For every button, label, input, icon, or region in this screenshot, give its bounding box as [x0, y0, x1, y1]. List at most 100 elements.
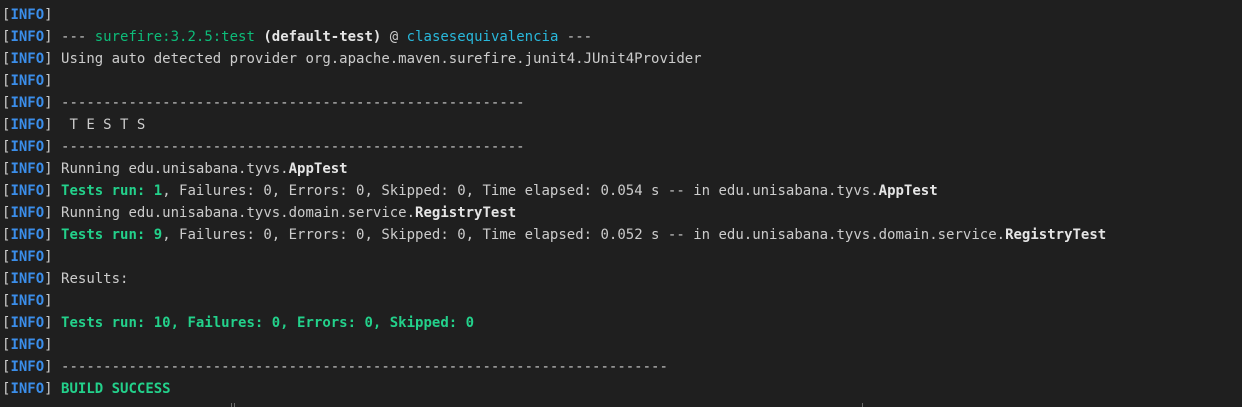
tag-bracket-close: ] — [44, 73, 53, 89]
tag-bracket-close: ] — [44, 161, 53, 177]
log-level-tag: [INFO] — [2, 161, 53, 177]
tag-label: INFO — [10, 95, 45, 111]
terminal-line: [INFO] ---------------------------------… — [2, 356, 1242, 378]
tag-label: INFO — [10, 227, 45, 243]
terminal-line: [INFO] T E S T S — [2, 114, 1242, 136]
log-level-tag: [INFO] — [2, 271, 53, 287]
log-segment: RegistryTest — [415, 205, 517, 221]
tag-label: INFO — [10, 183, 45, 199]
separator — [53, 51, 61, 67]
terminal-output[interactable]: [INFO] [INFO] --- surefire:3.2.5:test (de… — [0, 0, 1242, 407]
tag-bracket-close: ] — [44, 271, 53, 287]
scroll-marker — [234, 403, 235, 407]
tag-bracket-close: ] — [44, 183, 53, 199]
log-segment: RegistryTest — [1005, 227, 1107, 243]
separator — [53, 359, 61, 375]
separator — [53, 95, 61, 111]
tag-label: INFO — [10, 7, 45, 23]
log-segment: @ — [381, 29, 407, 45]
tag-label: INFO — [10, 117, 45, 133]
log-segment: AppTest — [288, 161, 348, 177]
log-segment: --- — [558, 29, 593, 45]
tag-label: INFO — [10, 29, 45, 45]
log-segment: Using auto detected provider org.apache.… — [61, 51, 702, 67]
scroll-marker — [231, 403, 232, 407]
tag-bracket-close: ] — [44, 29, 53, 45]
scroll-marker — [862, 403, 863, 407]
tag-label: INFO — [10, 205, 45, 221]
terminal-line: [INFO] Tests run: 1, Failures: 0, Errors… — [2, 180, 1242, 202]
separator — [53, 205, 61, 221]
log-level-tag: [INFO] — [2, 95, 53, 111]
terminal-line: [INFO] BUILD SUCCESS — [2, 378, 1242, 400]
tag-bracket-close: ] — [44, 117, 53, 133]
tag-bracket-close: ] — [44, 249, 53, 265]
tag-bracket-close: ] — [44, 227, 53, 243]
tag-bracket-close: ] — [44, 7, 53, 23]
terminal-line: [INFO] — [2, 246, 1242, 268]
log-level-tag: [INFO] — [2, 117, 53, 133]
separator — [53, 315, 61, 331]
log-level-tag: [INFO] — [2, 337, 53, 353]
terminal-line: [INFO] ---------------------------------… — [2, 136, 1242, 158]
tag-label: INFO — [10, 293, 45, 309]
log-level-tag: [INFO] — [2, 381, 53, 397]
separator — [53, 117, 61, 133]
separator — [53, 227, 61, 243]
log-level-tag: [INFO] — [2, 227, 53, 243]
tag-bracket-close: ] — [44, 381, 53, 397]
terminal-line: [INFO] Tests run: 10, Failures: 0, Error… — [2, 312, 1242, 334]
log-segment: Running edu.unisabana.tyvs.domain.servic… — [61, 205, 416, 221]
tag-label: INFO — [10, 249, 45, 265]
log-segment: Tests run: 10, Failures: 0, Errors: 0, S… — [61, 315, 475, 331]
tag-bracket-close: ] — [44, 95, 53, 111]
tag-bracket-close: ] — [44, 51, 53, 67]
log-level-tag: [INFO] — [2, 249, 53, 265]
terminal-line: [INFO] — [2, 70, 1242, 92]
separator — [53, 139, 61, 155]
log-level-tag: [INFO] — [2, 293, 53, 309]
terminal-line: [INFO] — [2, 334, 1242, 356]
log-level-tag: [INFO] — [2, 205, 53, 221]
terminal-line: [INFO] ---------------------------------… — [2, 92, 1242, 114]
log-segment: , Failures: 0, Errors: 0, Skipped: 0, Ti… — [162, 183, 879, 199]
terminal-line: [INFO] — [2, 4, 1242, 26]
log-segment: T E S T S — [61, 117, 146, 133]
tag-label: INFO — [10, 161, 45, 177]
terminal-line: [INFO] Tests run: 9, Failures: 0, Errors… — [2, 224, 1242, 246]
terminal-line: [INFO] --- surefire:3.2.5:test (default-… — [2, 26, 1242, 48]
tag-bracket-close: ] — [44, 315, 53, 331]
tag-bracket-close: ] — [44, 139, 53, 155]
log-level-tag: [INFO] — [2, 359, 53, 375]
tag-bracket-close: ] — [44, 337, 53, 353]
tag-bracket-close: ] — [44, 293, 53, 309]
log-level-tag: [INFO] — [2, 7, 53, 23]
tag-label: INFO — [10, 359, 45, 375]
separator — [53, 183, 61, 199]
separator — [53, 271, 61, 287]
separator — [53, 161, 61, 177]
separator — [53, 381, 61, 397]
log-segment: ----------------------------------------… — [61, 95, 525, 111]
log-segment: (default-test) — [263, 29, 382, 45]
log-level-tag: [INFO] — [2, 73, 53, 89]
tag-label: INFO — [10, 337, 45, 353]
terminal-line: [INFO] — [2, 290, 1242, 312]
log-segment: --- — [61, 29, 95, 45]
terminal-line: [INFO] Running edu.unisabana.tyvs.AppTes… — [2, 158, 1242, 180]
log-segment: Running edu.unisabana.tyvs. — [61, 161, 289, 177]
tag-label: INFO — [10, 271, 45, 287]
log-segment: BUILD SUCCESS — [61, 381, 171, 397]
log-segment: , Failures: 0, Errors: 0, Skipped: 0, Ti… — [162, 227, 1006, 243]
terminal-line: [INFO] Running edu.unisabana.tyvs.domain… — [2, 202, 1242, 224]
tag-label: INFO — [10, 315, 45, 331]
terminal-line: [INFO] Using auto detected provider org.… — [2, 48, 1242, 70]
log-segment: clasesequivalencia — [406, 29, 559, 45]
log-level-tag: [INFO] — [2, 51, 53, 67]
log-level-tag: [INFO] — [2, 139, 53, 155]
tag-bracket-close: ] — [44, 205, 53, 221]
log-segment: ----------------------------------------… — [61, 359, 668, 375]
log-segment: Tests run: 9 — [61, 227, 163, 243]
log-segment: ----------------------------------------… — [61, 139, 525, 155]
log-level-tag: [INFO] — [2, 315, 53, 331]
